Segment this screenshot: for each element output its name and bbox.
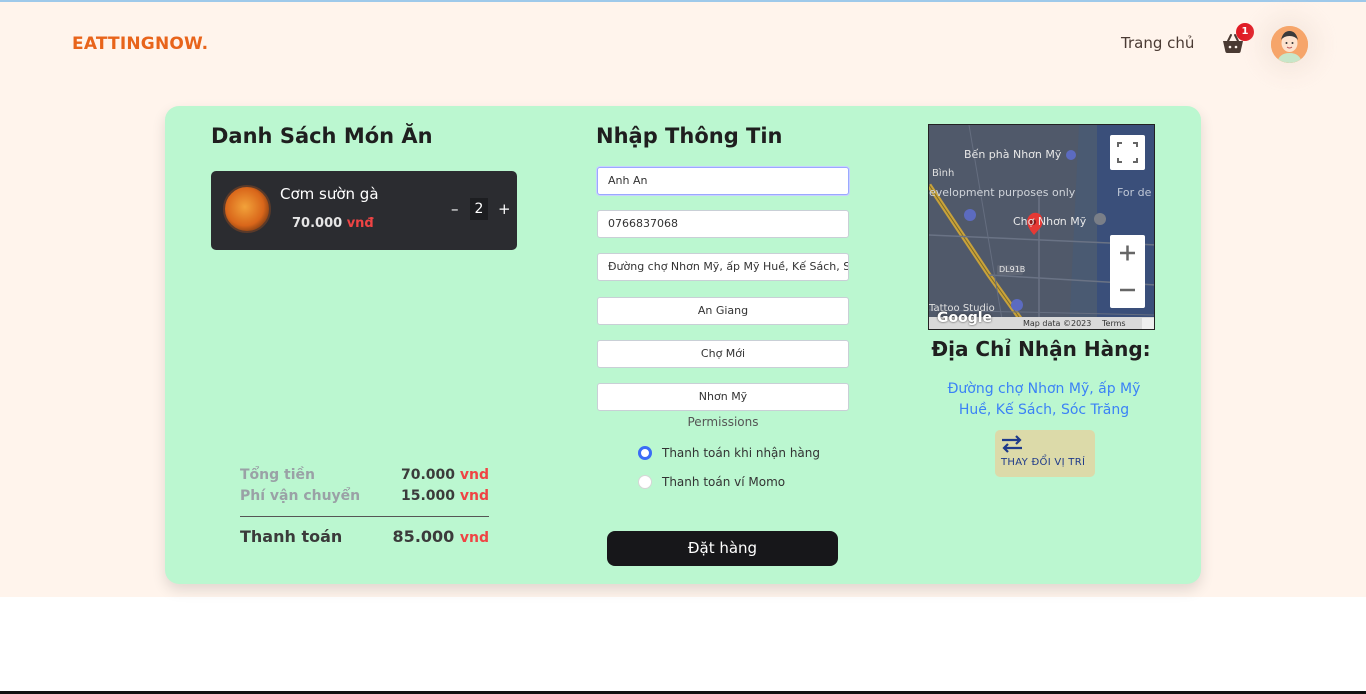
- google-logo: Google: [937, 310, 993, 326]
- form-title: Nhập Thông Tin: [596, 124, 783, 148]
- map-view[interactable]: Bến phà Nhơn Mỹ evelopment purposes only…: [928, 124, 1155, 330]
- shipping-label: Phí vận chuyển: [240, 488, 361, 504]
- zoom-in-button[interactable]: [1110, 235, 1145, 271]
- summary-divider: [240, 516, 489, 517]
- map-data-credit: Map data ©2023: [1023, 319, 1092, 328]
- cart-item: Cơm sườn gà 70.000 vnđ – 2 +: [211, 171, 517, 250]
- delivery-address-text: Đường chợ Nhơn Mỹ, ấp Mỹ Huề, Kế Sách, S…: [947, 381, 1141, 418]
- food-price: 70.000 vnđ: [292, 216, 374, 231]
- increase-quantity-button[interactable]: +: [498, 200, 511, 218]
- map-dev-watermark: evelopment purposes only: [929, 186, 1076, 199]
- province-field[interactable]: An Giang: [597, 297, 849, 325]
- food-list-title: Danh Sách Món Ăn: [211, 124, 433, 148]
- total-row: Thanh toán 85.000 vnd: [240, 527, 489, 546]
- map-terms-link[interactable]: Terms: [1102, 319, 1126, 328]
- user-avatar[interactable]: [1271, 26, 1308, 63]
- delivery-address-title: Địa Chỉ Nhận Hàng:: [931, 337, 1151, 361]
- map-dev-watermark-2: For de: [1117, 186, 1152, 199]
- site-logo[interactable]: EATTINGNOW.: [72, 34, 208, 54]
- change-location-label: THAY ĐỔI VỊ TRÍ: [1001, 457, 1086, 468]
- page-background: EATTINGNOW. Trang chủ 1 Danh Sách Món Ăn…: [0, 2, 1366, 597]
- nav-link-home[interactable]: Trang chủ: [1121, 34, 1194, 52]
- total-label: Thanh toán: [240, 527, 343, 546]
- district-field[interactable]: Chợ Mới: [597, 340, 849, 368]
- total-value: 85.000 vnd: [392, 527, 489, 546]
- payment-cod-label: Thanh toán khi nhận hàng: [662, 446, 821, 460]
- zoom-out-button[interactable]: [1110, 272, 1145, 308]
- change-location-button[interactable]: THAY ĐỔI VỊ TRÍ: [995, 430, 1095, 477]
- food-image: [223, 185, 271, 233]
- swap-arrows-icon: [1000, 435, 1024, 457]
- checkout-card: Danh Sách Món Ăn Cơm sườn gà 70.000 vnđ …: [165, 106, 1201, 584]
- location-pin-icon: [1029, 208, 1047, 238]
- subtotal-label: Tổng tiền: [240, 467, 315, 483]
- map-label-ferry: Bến phà Nhơn Mỹ: [964, 148, 1062, 161]
- fullscreen-icon[interactable]: [1110, 135, 1145, 170]
- ward-field[interactable]: Nhơn Mỹ: [597, 383, 849, 411]
- permissions-label: Permissions: [687, 415, 759, 429]
- phone-field[interactable]: 0766837068: [597, 210, 849, 238]
- shipping-value: 15.000 vnd: [400, 488, 489, 504]
- subtotal-value: 70.000 vnd: [400, 467, 489, 483]
- radio-momo[interactable]: [638, 475, 652, 489]
- map-label-market: Chợ Nhơn Mỹ: [1013, 215, 1087, 228]
- quantity-value[interactable]: 2: [470, 198, 488, 220]
- map-label-binh: Bình: [932, 168, 955, 179]
- payment-momo-label: Thanh toán ví Momo: [662, 475, 786, 489]
- address-field[interactable]: Đường chợ Nhơn Mỹ, ấp Mỹ Huề, Kế Sách, S…: [597, 253, 849, 281]
- radio-cod[interactable]: [638, 446, 652, 460]
- place-order-button[interactable]: Đặt hàng: [607, 531, 838, 566]
- food-name: Cơm sườn gà: [280, 185, 379, 203]
- map-label-road: DL91B: [999, 265, 1026, 274]
- name-field[interactable]: Anh An: [597, 167, 849, 195]
- decrease-quantity-button[interactable]: –: [451, 200, 459, 218]
- cart-count-badge: 1: [1236, 23, 1254, 41]
